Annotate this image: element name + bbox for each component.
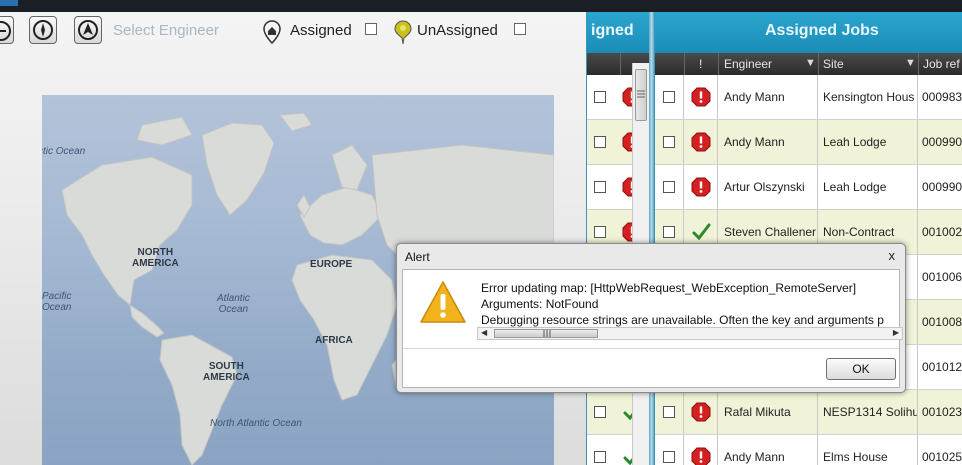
minus-icon: [0, 21, 11, 41]
horizontal-scrollbar-thumb[interactable]: [494, 329, 598, 338]
map-label-arctic-ocean: ctic Ocean: [42, 146, 86, 157]
job-ref-cell: 001023: [922, 405, 962, 419]
column-header-site[interactable]: Site: [823, 57, 844, 71]
assigned-grid-title: Assigned Jobs: [655, 12, 962, 53]
job-ref-cell: 001008: [922, 315, 962, 329]
map-label-south-america: SOUTH AMERICA: [203, 361, 250, 383]
engineer-cell: Andy Mann: [724, 450, 785, 464]
alert-message-line-2: Arguments: NotFound: [481, 297, 599, 311]
column-header-priority[interactable]: !: [699, 57, 702, 71]
divider: [403, 348, 899, 349]
zoom-out-button[interactable]: [0, 16, 14, 44]
navigation-arrow-icon: [78, 20, 98, 40]
map-label-north-atlantic-ocean: North Atlantic Ocean: [210, 418, 302, 429]
check-icon: [691, 222, 711, 242]
error-icon: [691, 132, 711, 152]
table-row[interactable]: Rafal Mikuta NESP1314 Solihu 001023: [655, 390, 962, 435]
table-row[interactable]: Andy Mann Elms House 001025: [655, 435, 962, 465]
assigned-grid-header: ! Engineer ▼ Site ▼ Job ref: [655, 53, 962, 75]
navigate-button[interactable]: [74, 16, 102, 44]
row-checkbox[interactable]: [594, 406, 606, 418]
job-ref-cell: 001012: [922, 360, 962, 374]
warning-icon: [420, 281, 466, 323]
alert-title: Alert: [405, 250, 430, 264]
map-label-north-america: NORTH AMERICA: [132, 247, 179, 269]
job-ref-cell: 001025: [922, 450, 962, 464]
error-icon: [691, 87, 711, 107]
assigned-pin-icon: [263, 20, 281, 44]
compass-button[interactable]: [29, 16, 57, 44]
site-cell: Leah Lodge: [823, 180, 887, 194]
column-header-job-ref[interactable]: Job ref: [923, 57, 960, 71]
table-row[interactable]: Andy Mann Leah Lodge 000990: [655, 120, 962, 165]
map-label-atlantic-ocean: Atlantic Ocean: [217, 293, 250, 315]
scroll-right-icon[interactable]: ▶: [893, 328, 899, 337]
row-checkbox[interactable]: [663, 136, 675, 148]
job-ref-cell: 000990: [922, 180, 962, 194]
site-cell: NESP1314 Solihu: [823, 405, 918, 419]
job-ref-cell: 000983: [922, 90, 962, 104]
column-header-engineer[interactable]: Engineer: [724, 57, 772, 71]
close-icon[interactable]: x: [889, 248, 896, 263]
row-checkbox[interactable]: [663, 181, 675, 193]
row-checkbox[interactable]: [663, 406, 675, 418]
site-cell: Kensington Hous: [823, 90, 915, 104]
row-checkbox[interactable]: [663, 91, 675, 103]
unassigned-grid-title: igned: [587, 12, 650, 53]
site-cell: Non-Contract: [823, 225, 895, 239]
map-label-europe: EUROPE: [310, 259, 353, 270]
row-checkbox[interactable]: [594, 451, 606, 463]
row-checkbox[interactable]: [594, 136, 606, 148]
row-checkbox[interactable]: [594, 91, 606, 103]
alert-message-line-3: Debugging resource strings are unavailab…: [481, 313, 884, 327]
alert-body: Error updating map: [HttpWebRequest_WebE…: [402, 269, 903, 388]
unassigned-pin-icon: [394, 20, 412, 44]
site-cell: Elms House: [823, 450, 888, 464]
site-filter-icon[interactable]: ▼: [905, 57, 916, 69]
error-icon: [691, 447, 711, 465]
unassigned-label: UnAssigned: [417, 22, 498, 39]
job-ref-cell: 001006: [922, 270, 962, 284]
assigned-checkbox[interactable]: [365, 23, 377, 35]
grip-icon: [637, 90, 645, 98]
top-bar: [0, 0, 962, 12]
select-engineer-dropdown[interactable]: Select Engineer: [113, 22, 219, 39]
error-icon: [691, 177, 711, 197]
engineer-filter-icon[interactable]: ▼: [805, 57, 816, 69]
engineer-cell: Rafal Mikuta: [724, 405, 791, 419]
alert-dialog: Alert x Error updating map: [HttpWebRequ…: [396, 243, 906, 393]
engineer-cell: Artur Olszynski: [724, 180, 805, 194]
app-logo: [0, 0, 18, 6]
unassigned-checkbox[interactable]: [514, 23, 526, 35]
alert-horizontal-scrollbar[interactable]: ◀ ▶: [477, 327, 903, 340]
compass-icon: [33, 20, 53, 40]
site-cell: Leah Lodge: [823, 135, 887, 149]
job-ref-cell: 001002: [922, 225, 962, 239]
table-row[interactable]: Artur Olszynski Leah Lodge 000990: [655, 165, 962, 210]
row-checkbox[interactable]: [594, 181, 606, 193]
scrollbar-thumb[interactable]: [635, 69, 647, 121]
error-icon: [691, 402, 711, 422]
alert-message-line-1: Error updating map: [HttpWebRequest_WebE…: [481, 281, 857, 295]
engineer-cell: Andy Mann: [724, 135, 785, 149]
scroll-left-icon[interactable]: ◀: [481, 328, 487, 337]
engineer-cell: Andy Mann: [724, 90, 785, 104]
map-label-pacific-ocean: Pacific Ocean: [42, 291, 72, 313]
map-label-africa: AFRICA: [315, 335, 353, 346]
ok-button[interactable]: OK: [826, 358, 896, 380]
row-checkbox[interactable]: [594, 226, 606, 238]
map-toolbar: Select Engineer Assigned UnAssigned: [0, 12, 586, 50]
row-checkbox[interactable]: [663, 451, 675, 463]
job-ref-cell: 000990: [922, 135, 962, 149]
assigned-label: Assigned: [290, 22, 352, 39]
table-row[interactable]: Andy Mann Kensington Hous 000983: [655, 75, 962, 120]
row-checkbox[interactable]: [663, 226, 675, 238]
engineer-cell: Steven Challener: [724, 225, 817, 239]
grip-icon: [543, 330, 551, 337]
assigned-jobs-grid: Assigned Jobs ! Engineer ▼ Site ▼ Job re…: [654, 12, 962, 465]
